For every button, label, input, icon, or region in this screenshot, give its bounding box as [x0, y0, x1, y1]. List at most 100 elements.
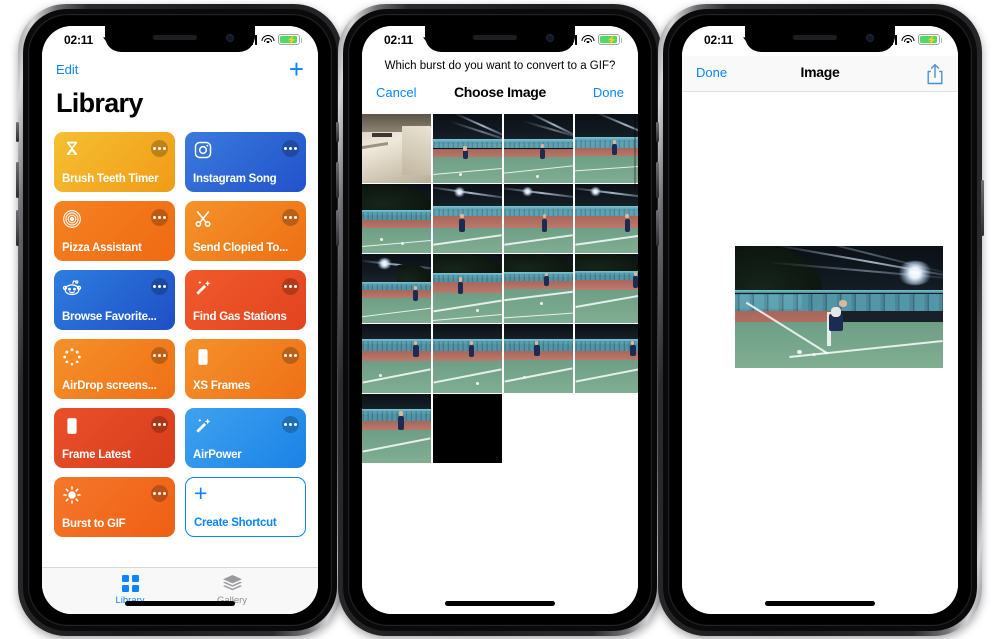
picker-navbar: Cancel Choose Image Done [362, 80, 638, 114]
volume-up-button[interactable] [656, 162, 659, 198]
front-camera [226, 34, 234, 42]
image-viewer: 02:11 ⚡ Done Image [682, 26, 958, 614]
status-time: 02:11 [64, 33, 94, 47]
thumbnail-item[interactable] [575, 114, 638, 183]
shortcut-tile[interactable]: Find Gas Stations [185, 270, 306, 330]
more-options-icon[interactable] [282, 209, 299, 226]
grid-icon [90, 573, 170, 593]
volume-down-button[interactable] [336, 210, 339, 246]
home-indicator[interactable] [765, 601, 875, 606]
thumbnail-item[interactable] [362, 114, 431, 183]
shortcut-tile[interactable]: Brush Teeth Timer [54, 132, 175, 192]
volume-up-button[interactable] [16, 162, 19, 198]
shortcut-tile[interactable]: Instagram Song [185, 132, 306, 192]
share-icon[interactable] [926, 63, 944, 85]
thumbnail-item[interactable] [504, 254, 573, 323]
plus-icon: + [194, 480, 208, 506]
shortcut-label: Brush Teeth Timer [62, 173, 159, 185]
more-options-icon[interactable] [282, 347, 299, 364]
wifi-icon [581, 35, 594, 45]
more-options-icon[interactable] [151, 485, 168, 502]
battery-charging-icon: ⚡ [598, 34, 622, 45]
shortcut-tile[interactable]: Send Clopied To... [185, 201, 306, 261]
front-camera [866, 34, 874, 42]
reddit-icon [62, 278, 82, 298]
thumbnail-item[interactable] [433, 394, 502, 463]
more-options-icon[interactable] [282, 140, 299, 157]
vertical-scrollbar[interactable] [633, 118, 636, 188]
done-button[interactable]: Done [593, 85, 624, 100]
shortcut-label: Send Clopied To... [193, 242, 288, 254]
airdrop-icon [62, 347, 82, 367]
thumbnail-item[interactable] [362, 324, 431, 393]
shortcut-tile[interactable]: Frame Latest [54, 408, 175, 468]
more-options-icon[interactable] [151, 278, 168, 295]
instagram-icon [193, 140, 213, 160]
more-options-icon[interactable] [282, 278, 299, 295]
phone-frame: 02:11 ⚡ Which burst do you want to conve… [336, 4, 664, 636]
shortcut-label: Pizza Assistant [62, 242, 142, 254]
preview-photo[interactable] [735, 246, 943, 368]
scissors-icon [193, 209, 213, 229]
screenshot-stage: 02:11 ⚡ Edit + Library Brush Teeth Timer… [0, 0, 1000, 639]
shortcuts-grid: Brush Teeth Timer Instagram Song Pizza A… [54, 132, 306, 537]
more-options-icon[interactable] [151, 416, 168, 433]
earpiece-speaker [793, 35, 837, 40]
shortcut-tile[interactable]: AirDrop screens... [54, 339, 175, 399]
home-indicator[interactable] [445, 601, 555, 606]
notch [105, 26, 255, 52]
more-options-icon[interactable] [151, 347, 168, 364]
page-title: Library [56, 88, 143, 118]
shortcut-label: AirDrop screens... [62, 380, 157, 392]
mute-switch[interactable] [16, 122, 19, 142]
mute-switch[interactable] [336, 122, 339, 142]
shortcut-tile[interactable]: AirPower [185, 408, 306, 468]
thumbnail-grid [362, 114, 638, 463]
thumbnail-item[interactable] [433, 114, 502, 183]
front-camera [546, 34, 554, 42]
volume-up-button[interactable] [336, 162, 339, 198]
edit-button[interactable]: Edit [56, 62, 78, 77]
volume-down-button[interactable] [656, 210, 659, 246]
more-options-icon[interactable] [282, 416, 299, 433]
shortcut-tile[interactable]: XS Frames [185, 339, 306, 399]
phone-frame: 02:11 ⚡ Done Image [656, 4, 984, 636]
create-shortcut-tile[interactable]: + Create Shortcut [185, 477, 306, 537]
earpiece-speaker [153, 35, 197, 40]
thumbnail-item[interactable] [362, 394, 431, 463]
status-time: 02:11 [384, 33, 414, 47]
phone-frame-icon [62, 416, 82, 436]
power-button[interactable] [981, 180, 984, 236]
status-time: 02:11 [704, 33, 734, 47]
plus-icon[interactable]: + [289, 54, 304, 84]
thumbnail-item[interactable] [504, 324, 573, 393]
thumbnail-item[interactable] [433, 324, 502, 393]
thumbnail-item[interactable] [575, 184, 638, 253]
mute-switch[interactable] [656, 122, 659, 142]
more-options-icon[interactable] [151, 140, 168, 157]
thumbnail-item[interactable] [433, 254, 502, 323]
phone-frame: 02:11 ⚡ Edit + Library Brush Teeth Timer… [16, 4, 344, 636]
volume-down-button[interactable] [16, 210, 19, 246]
thumbnail-item[interactable] [575, 254, 638, 323]
magic-wand-icon [193, 416, 213, 436]
create-shortcut-label: Create Shortcut [194, 517, 277, 529]
wifi-icon [901, 35, 914, 45]
shortcut-label: XS Frames [193, 380, 251, 392]
more-options-icon[interactable] [151, 209, 168, 226]
shortcut-tile[interactable]: Burst to GIF [54, 477, 175, 537]
thumbnail-item[interactable] [504, 184, 573, 253]
thumbnail-item[interactable] [575, 324, 638, 393]
screen-library: 02:11 ⚡ Edit + Library Brush Teeth Timer… [42, 26, 318, 614]
layers-icon [192, 573, 272, 593]
thumbnail-item[interactable] [362, 254, 431, 323]
viewer-title: Image [800, 64, 840, 80]
home-indicator[interactable] [125, 601, 235, 606]
shortcut-tile[interactable]: Pizza Assistant [54, 201, 175, 261]
shortcut-tile[interactable]: Browse Favorite... [54, 270, 175, 330]
thumbnail-item[interactable] [504, 114, 573, 183]
picker-prompt: Which burst do you want to convert to a … [384, 60, 616, 72]
thumbnail-item[interactable] [433, 184, 502, 253]
thumbnail-item[interactable] [362, 184, 431, 253]
shortcut-label: Find Gas Stations [193, 311, 287, 323]
